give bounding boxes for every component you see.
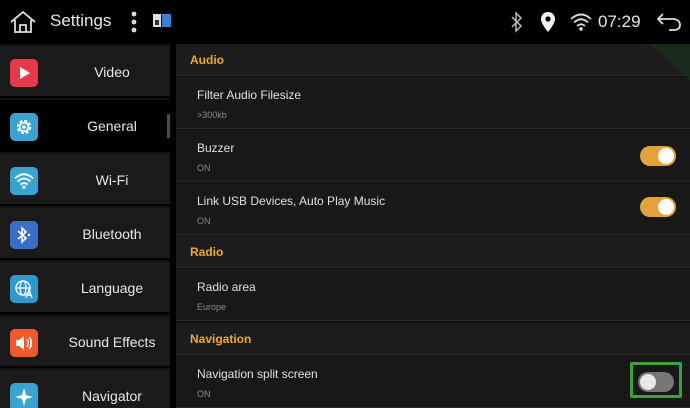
gear-icon [10, 113, 38, 141]
setting-row-buzzer[interactable]: Buzzer ON [176, 130, 690, 182]
sidebar-item-video[interactable]: Video [0, 46, 170, 98]
sidebar-item-label: Navigator [82, 388, 142, 404]
bluetooth-status-icon [511, 11, 523, 33]
sidebar-item-navigator[interactable]: Navigator [0, 370, 170, 408]
setting-row-link-usb[interactable]: Link USB Devices, Auto Play Music ON [176, 183, 690, 235]
sidebar-item-label: Language [80, 280, 144, 296]
setting-row-navigation-split-screen[interactable]: Navigation split screen ON [176, 356, 690, 408]
setting-value: ON [197, 163, 211, 173]
sidebar-item-label: Wi-Fi [95, 172, 129, 188]
wifi-icon [10, 167, 38, 195]
settings-sidebar: Video General Wi-Fi Bluetooth Language S… [0, 44, 170, 408]
navigator-icon [10, 383, 38, 408]
home-icon[interactable] [8, 10, 38, 34]
wifi-status-icon [570, 13, 592, 31]
more-menu-icon[interactable] [131, 11, 137, 33]
bluetooth-icon [10, 221, 38, 249]
setting-value: ON [197, 216, 211, 226]
corner-decoration [650, 44, 690, 80]
section-header-radio: Radio [176, 236, 690, 268]
setting-row-radio-area[interactable]: Radio area Europe [176, 269, 690, 321]
setting-value: Europe [197, 302, 227, 312]
sidebar-item-language[interactable]: Language [0, 262, 170, 314]
setting-title: Navigation split screen [197, 367, 318, 381]
media-icon [153, 14, 171, 27]
status-bar: Settings 07:29 [0, 0, 690, 44]
active-indicator [167, 114, 170, 138]
page-title: Settings [50, 11, 112, 30]
speaker-icon [10, 329, 38, 357]
language-icon [10, 275, 38, 303]
back-icon[interactable] [655, 11, 683, 33]
setting-title: Filter Audio Filesize [197, 88, 302, 102]
location-icon [541, 12, 555, 32]
sidebar-item-bluetooth[interactable]: Bluetooth [0, 208, 170, 260]
sidebar-item-label: Bluetooth [82, 226, 142, 242]
setting-title: Buzzer [197, 141, 235, 155]
clock: 07:29 [598, 12, 641, 31]
setting-value: ON [197, 389, 211, 399]
video-icon [10, 59, 38, 87]
setting-title: Radio area [197, 280, 256, 294]
sidebar-item-label: Sound Effects [68, 334, 156, 350]
setting-row-filter-audio-filesize[interactable]: Filter Audio Filesize >300kb [176, 77, 690, 129]
sidebar-item-sound-effects[interactable]: Sound Effects [0, 316, 170, 368]
sidebar-item-wifi[interactable]: Wi-Fi [0, 154, 170, 206]
setting-value: >300kb [197, 110, 227, 120]
sidebar-item-label: General [87, 118, 137, 134]
usb-autoplay-toggle[interactable] [640, 197, 676, 217]
sidebar-item-general[interactable]: General [0, 100, 170, 152]
settings-content: Audio Filter Audio Filesize >300kb Buzze… [176, 44, 690, 408]
buzzer-toggle[interactable] [640, 146, 676, 166]
setting-title: Link USB Devices, Auto Play Music [197, 194, 386, 208]
section-header-audio: Audio [176, 44, 690, 76]
sidebar-item-label: Video [94, 64, 130, 80]
highlight-box [630, 362, 682, 398]
section-header-navigation: Navigation [176, 323, 690, 355]
